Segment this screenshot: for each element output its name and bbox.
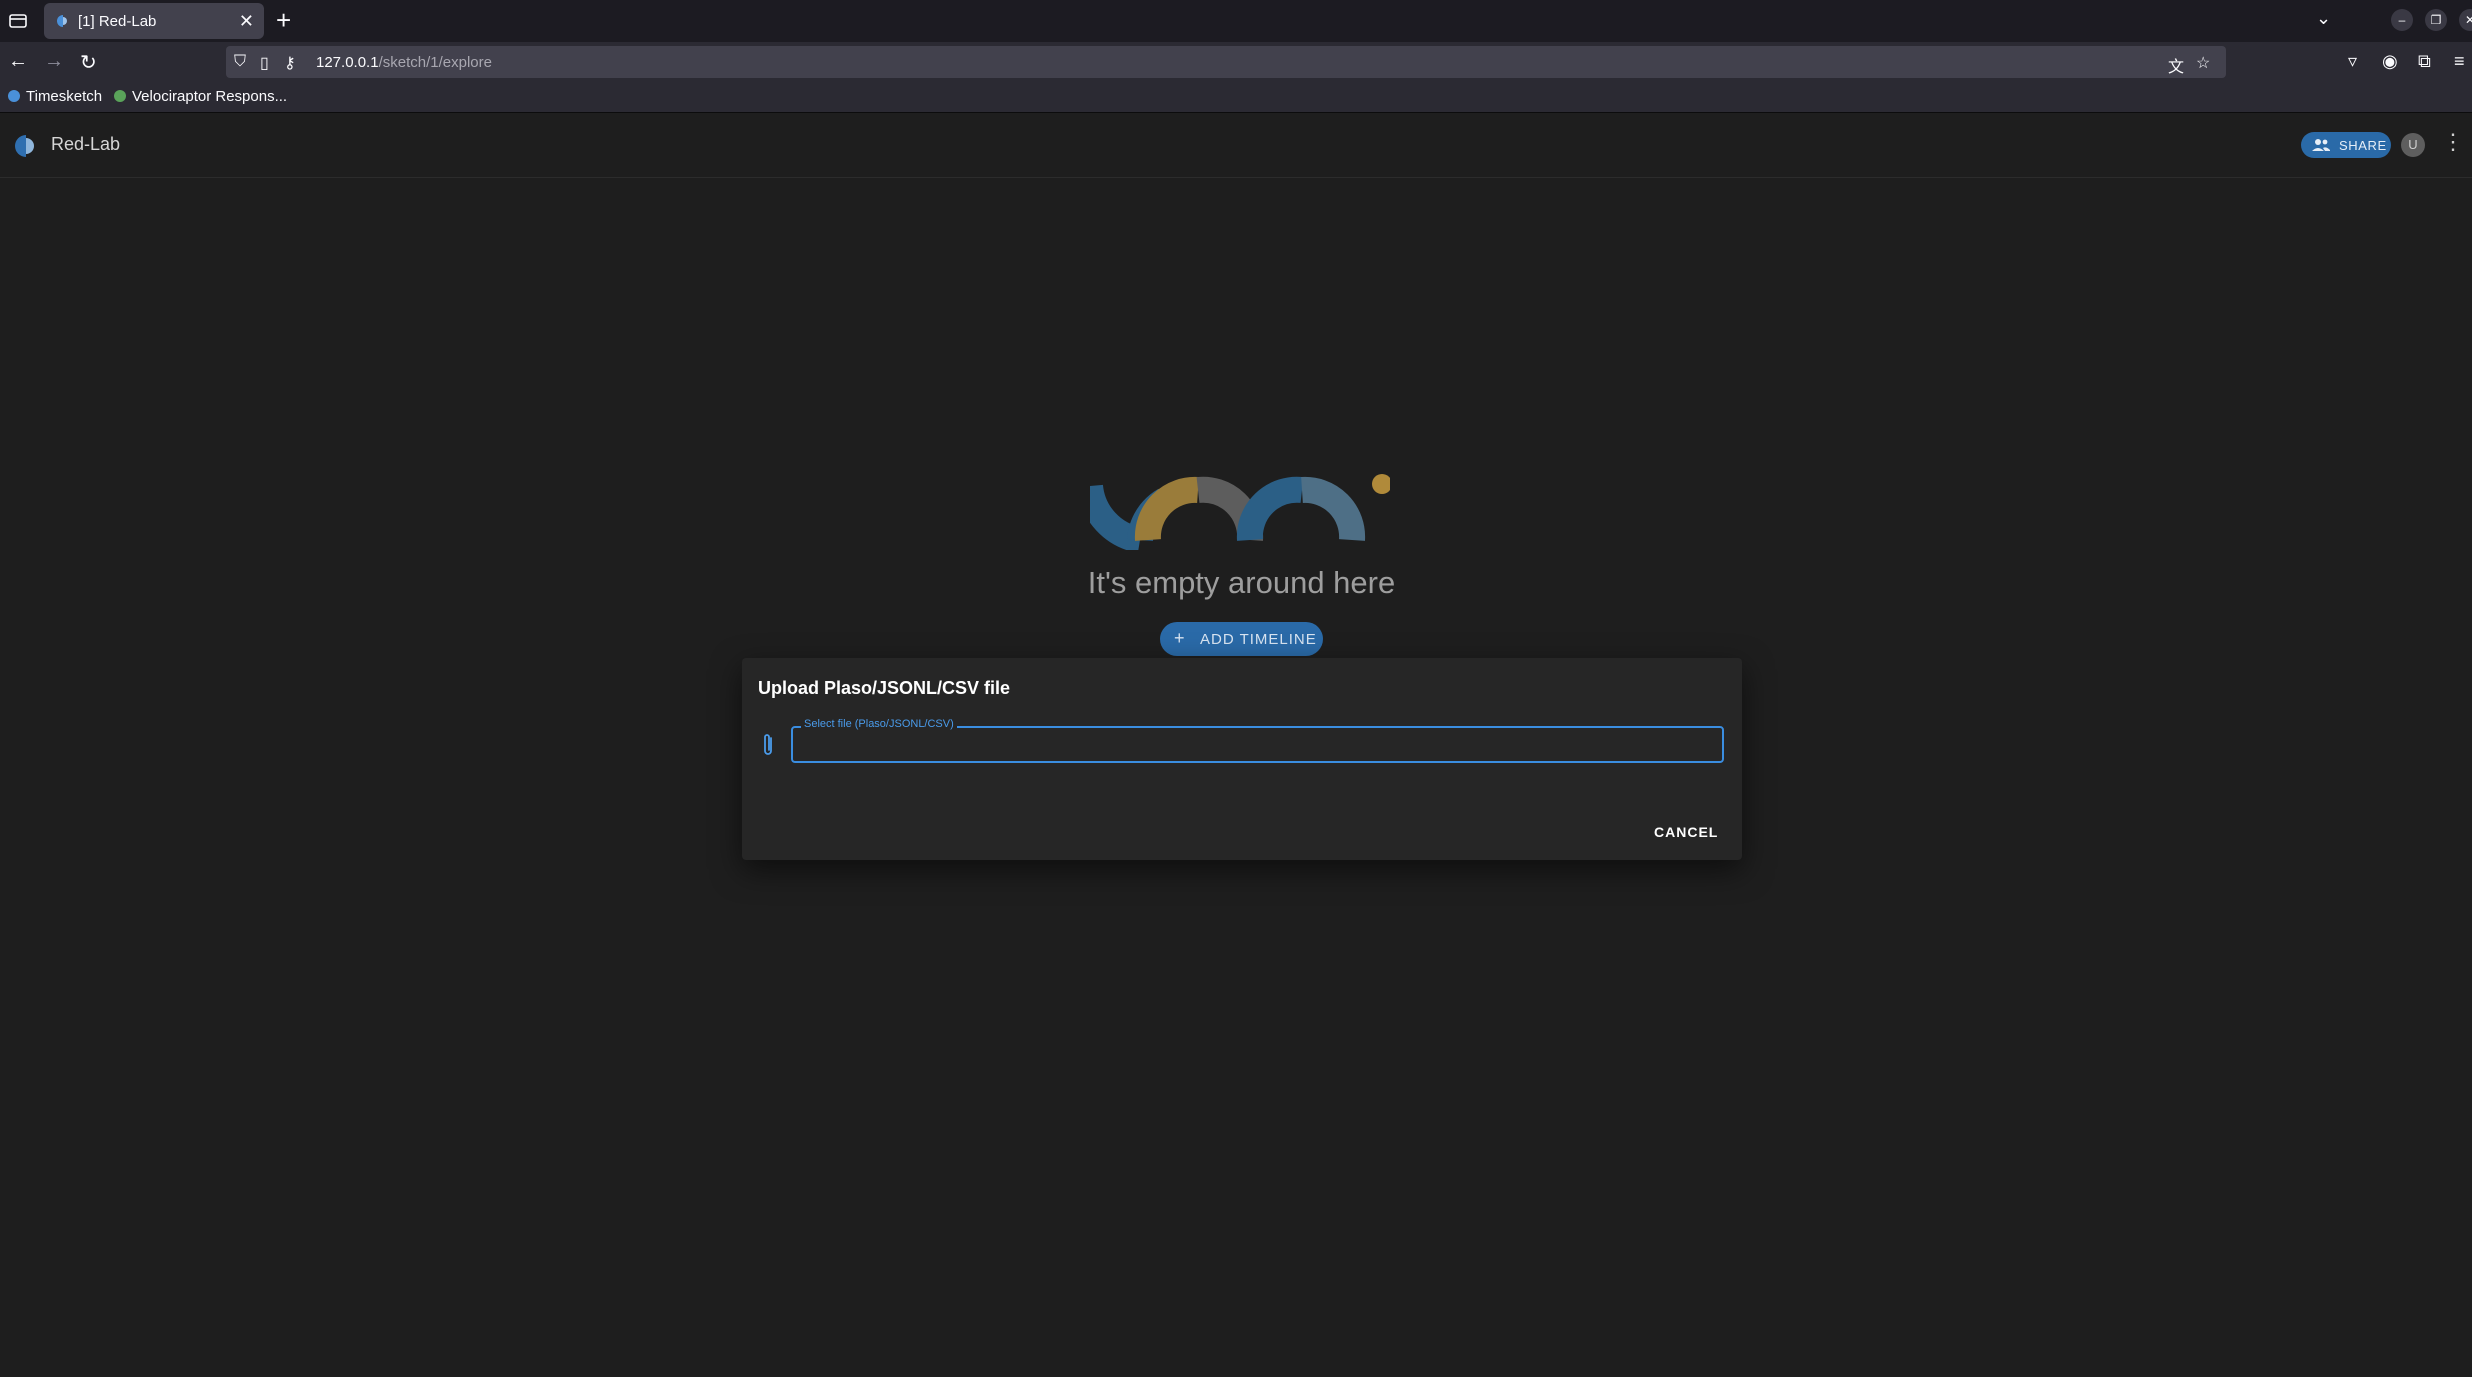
translate-icon[interactable]: 文 bbox=[2168, 53, 2184, 77]
plus-icon: + bbox=[1174, 628, 1186, 648]
upload-dialog: Upload Plaso/JSONL/CSV file Select file … bbox=[742, 658, 1742, 860]
bookmark-velociraptor[interactable]: Velociraptor Respons... bbox=[114, 88, 287, 105]
close-window-icon[interactable]: ✕ bbox=[2459, 9, 2472, 31]
bookmark-star-icon[interactable]: ☆ bbox=[2196, 53, 2210, 73]
bookmark-label: Velociraptor Respons... bbox=[132, 88, 288, 105]
empty-state-illustration-icon bbox=[1090, 474, 1390, 550]
dialog-title: Upload Plaso/JSONL/CSV file bbox=[758, 678, 1011, 698]
reload-icon[interactable]: ↻ bbox=[80, 50, 97, 75]
url-path: /sketch/1/explore bbox=[378, 54, 492, 71]
file-select-input[interactable]: Select file (Plaso/JSONL/CSV) bbox=[791, 718, 1724, 763]
browser-tab-active[interactable]: [1] Red-Lab ✕ bbox=[44, 3, 264, 39]
sketch-title[interactable]: Red-Lab bbox=[51, 134, 120, 155]
chevron-down-icon[interactable]: ⌄ bbox=[2316, 8, 2331, 29]
new-tab-icon[interactable]: + bbox=[276, 6, 291, 34]
empty-state-message: It's empty around here bbox=[1087, 565, 1396, 600]
url-bar[interactable]: ⛉ ▯ ⚷ 127.0.0.1/sketch/1/explore 文 ☆ bbox=[226, 46, 2226, 78]
browser-tabstrip: [1] Red-Lab ✕ + ⌄ – ❐ ✕ bbox=[0, 0, 2472, 42]
shield-icon[interactable]: ⛉ bbox=[234, 53, 246, 71]
file-field-label: Select file (Plaso/JSONL/CSV) bbox=[801, 718, 957, 730]
bookmark-label: Timesketch bbox=[26, 88, 103, 105]
add-timeline-label: ADD TIMELINE bbox=[1200, 631, 1317, 648]
url-text[interactable]: 127.0.0.1/sketch/1/explore bbox=[316, 54, 492, 71]
bookmarks-bar: Timesketch Velociraptor Respons... bbox=[0, 82, 2472, 113]
timesketch-favicon-icon bbox=[56, 14, 70, 28]
avatar[interactable]: U bbox=[2401, 133, 2425, 157]
minimize-window-icon[interactable]: – bbox=[2391, 9, 2413, 31]
bookmark-timesketch[interactable]: Timesketch bbox=[8, 88, 102, 105]
paperclip-icon[interactable] bbox=[760, 732, 776, 758]
forward-arrow-icon[interactable]: → bbox=[44, 50, 64, 73]
add-timeline-button[interactable]: + ADD TIMELINE bbox=[1160, 622, 1323, 656]
browser-navbar: ← → ↻ ⛉ ▯ ⚷ 127.0.0.1/sketch/1/explore 文… bbox=[0, 42, 2472, 82]
menu-icon[interactable]: ≡ bbox=[2454, 51, 2465, 72]
account-icon[interactable]: ◉ bbox=[2382, 51, 2398, 72]
more-vert-icon[interactable]: ⋮ bbox=[2442, 129, 2464, 155]
people-icon bbox=[2311, 137, 2331, 156]
url-host: 127.0.0.1 bbox=[316, 54, 379, 71]
tab-title: [1] Red-Lab bbox=[78, 13, 157, 30]
extensions-icon[interactable]: ⧉ bbox=[2418, 51, 2431, 72]
velociraptor-icon bbox=[114, 90, 126, 102]
page-icon[interactable]: ▯ bbox=[260, 53, 269, 73]
app-header: Red-Lab SHARE U ⋮ bbox=[0, 113, 2472, 178]
close-tab-icon[interactable]: ✕ bbox=[239, 11, 254, 32]
share-button[interactable]: SHARE bbox=[2301, 132, 2391, 158]
tab-list-icon[interactable] bbox=[6, 9, 30, 33]
share-label: SHARE bbox=[2339, 138, 2387, 153]
cancel-button[interactable]: CANCEL bbox=[1654, 824, 1718, 840]
timesketch-logo-icon[interactable] bbox=[14, 134, 38, 158]
timesketch-icon bbox=[8, 90, 20, 102]
back-arrow-icon[interactable]: ← bbox=[8, 50, 28, 73]
restore-window-icon[interactable]: ❐ bbox=[2425, 9, 2447, 31]
key-icon[interactable]: ⚷ bbox=[284, 53, 296, 73]
pocket-icon[interactable]: ▿ bbox=[2348, 51, 2357, 72]
